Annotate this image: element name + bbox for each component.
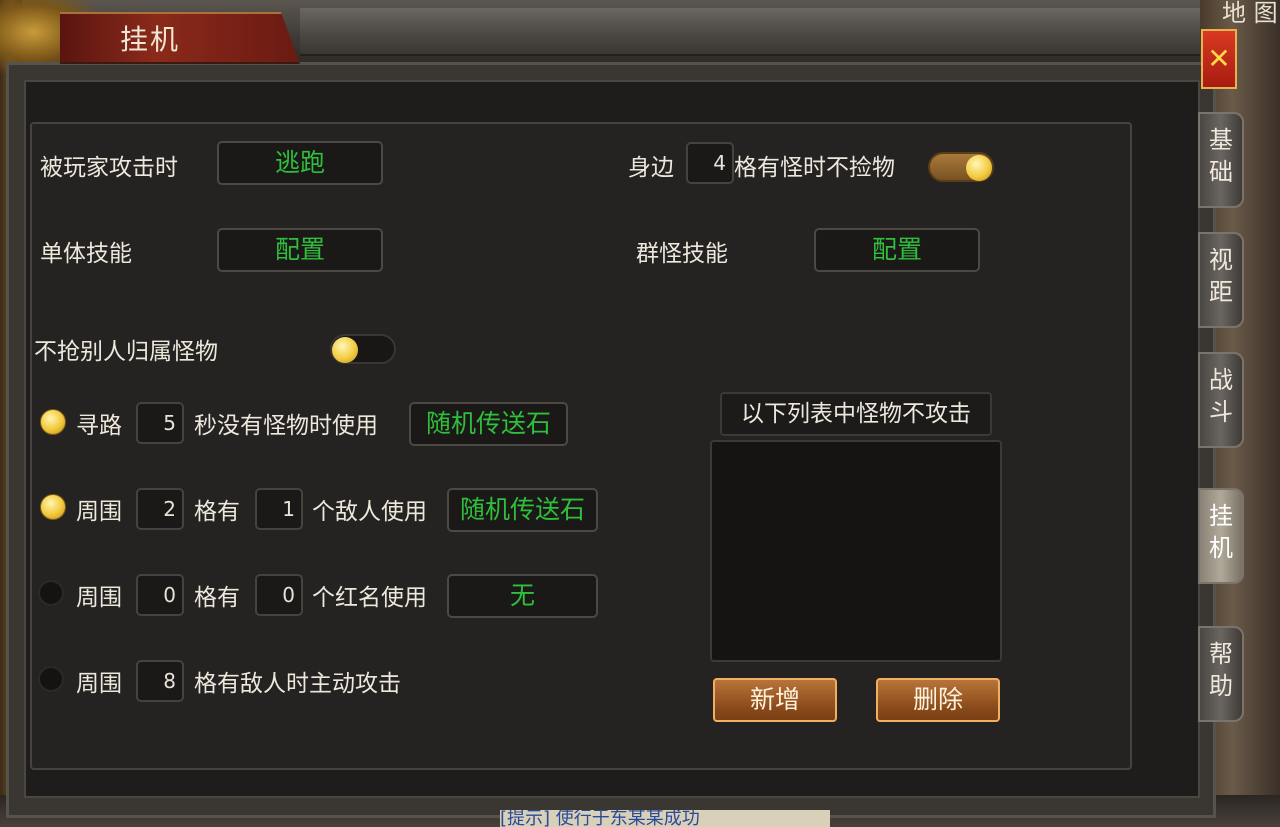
rule-pathfind-prefix: 寻路 [76,413,122,439]
tab-auto-hang[interactable]: 挂机 [1198,488,1244,584]
rule-redname-prefix: 周围 [76,585,122,611]
toggle-knob [966,155,992,181]
nearby-prefix-label: 身边 [628,155,674,181]
rule-enemies-item-select[interactable]: 随机传送石 [447,488,598,532]
rule-redname-item-select[interactable]: 无 [447,574,598,618]
nearby-no-pickup-toggle[interactable] [928,152,994,182]
rule-redname-suffix: 个红名使用 [312,585,427,611]
rule-enemies-middle: 格有 [194,499,240,525]
rule-pathfind-seconds-input[interactable]: 5 [136,402,184,444]
single-skill-label: 单体技能 [40,241,132,267]
rule-pathfind-item-select[interactable]: 随机传送石 [409,402,568,446]
rule-redname-radio[interactable] [38,580,64,606]
rule-pathfind-radio[interactable] [40,409,66,435]
window-title: 挂机 [120,23,181,56]
tab-view-distance[interactable]: 视距 [1198,232,1244,328]
rule-redname-middle: 格有 [194,585,240,611]
single-skill-config-button[interactable]: 配置 [217,228,383,272]
rule-auto-attack-middle: 格有敌人时主动攻击 [194,671,401,697]
rule-enemies-prefix: 周围 [76,499,122,525]
group-skill-label: 群怪技能 [636,241,728,267]
no-steal-toggle[interactable] [330,334,396,364]
rule-enemies-suffix: 个敌人使用 [312,499,427,525]
toggle-knob [332,337,358,363]
rule-pathfind-middle: 秒没有怪物时使用 [194,413,378,439]
bottom-hint: [提示] 使行于东某某成功 [500,810,830,827]
tab-basic[interactable]: 基础 [1198,112,1244,208]
nearby-cells-input[interactable]: 4 [686,142,734,184]
rule-redname-cells-input[interactable]: 0 [136,574,184,616]
rule-enemies-cells-input[interactable]: 2 [136,488,184,530]
rule-redname-count-input[interactable]: 0 [255,574,303,616]
rule-auto-attack-cells-input[interactable]: 8 [136,660,184,702]
close-button[interactable]: ✕ [1201,29,1237,89]
delete-monster-button[interactable]: 删除 [876,678,1000,722]
no-steal-label: 不抢别人归属怪物 [34,339,218,365]
map-button-partial[interactable]: 地 图 [1222,0,1278,26]
title-bar [300,8,1200,56]
exclude-list-header: 以下列表中怪物不攻击 [720,392,992,436]
rule-enemies-count-input[interactable]: 1 [255,488,303,530]
attacked-by-player-select[interactable]: 逃跑 [217,141,383,185]
group-skill-config-button[interactable]: 配置 [814,228,980,272]
tab-combat[interactable]: 战斗 [1198,352,1244,448]
exclude-monster-list[interactable] [710,440,1002,662]
rule-enemies-radio[interactable] [40,494,66,520]
nearby-suffix-label: 格有怪时不捡物 [734,155,895,181]
attacked-by-player-label: 被玩家攻击时 [40,155,178,181]
rule-auto-attack-radio[interactable] [38,666,64,692]
tab-help[interactable]: 帮助 [1198,626,1244,722]
rule-auto-attack-prefix: 周围 [76,671,122,697]
add-monster-button[interactable]: 新增 [713,678,837,722]
